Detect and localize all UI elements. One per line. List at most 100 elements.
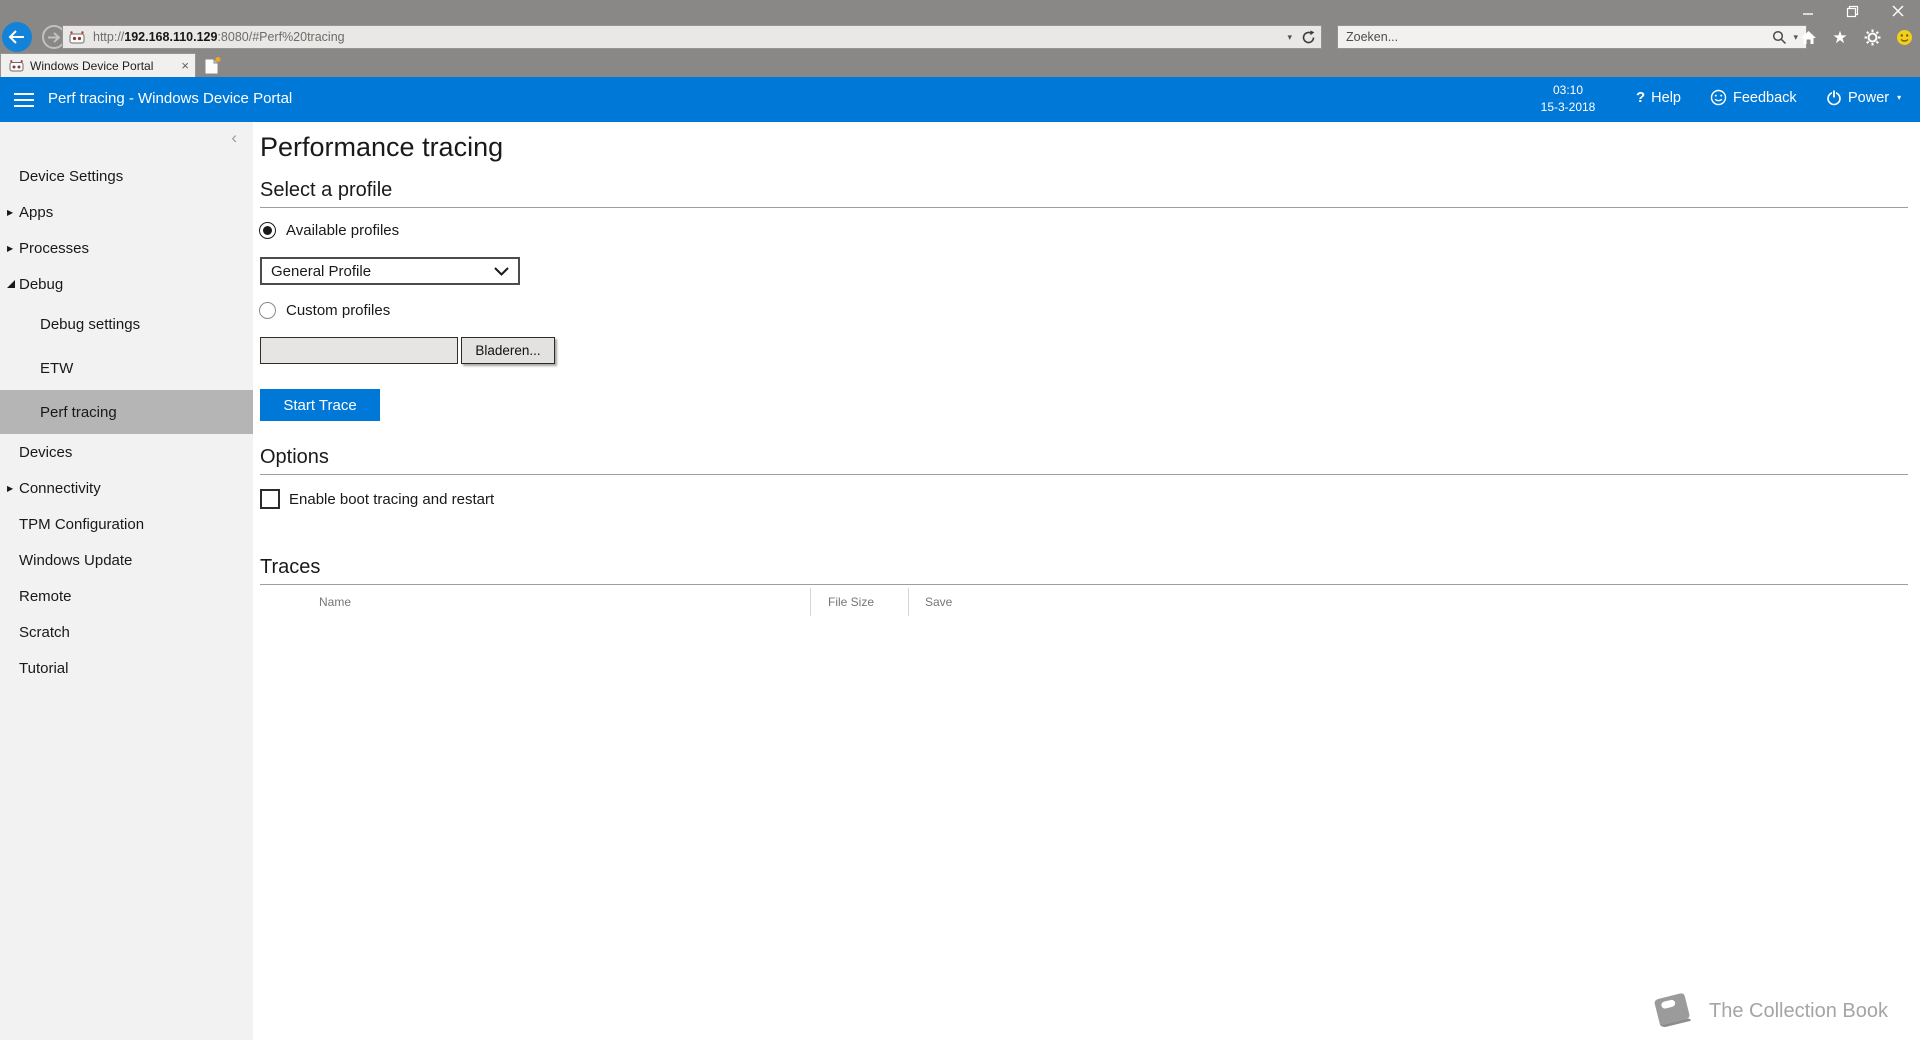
window-controls [1785,0,1920,22]
file-path-input[interactable] [260,337,458,364]
nav-label: Device Settings [19,167,124,185]
custom-profile-file-row: Bladeren... [260,337,555,364]
start-trace-button[interactable]: Start Trace [260,389,380,421]
address-dropdown-icon[interactable]: ▾ [1287,32,1292,43]
help-button[interactable]: ? Help [1636,89,1681,106]
new-tab-button[interactable] [202,56,222,75]
nav-label: TPM Configuration [19,515,145,533]
new-tab-icon [204,57,221,75]
sidebar-item-apps[interactable]: ▶ Apps [0,200,253,224]
minimize-button[interactable] [1785,0,1830,22]
column-header-save: Save [908,588,1018,616]
nav-label: Windows Update [19,551,133,569]
brand-logo: The Collection Book [1649,990,1888,1032]
sidebar-item-etw[interactable]: ETW [0,356,253,380]
tab-favicon [9,59,24,71]
favorites-button[interactable]: ★ [1828,26,1852,48]
boot-tracing-checkbox[interactable] [260,489,280,509]
question-mark-icon: ? [1636,89,1646,106]
settings-button[interactable] [1860,26,1884,48]
power-icon [1827,90,1841,106]
chevron-down-icon [494,266,509,276]
arrow-right-icon [48,31,61,43]
nav-label: ETW [40,359,74,377]
custom-profiles-label: Custom profiles [286,302,391,319]
tab-close-button[interactable]: × [181,59,189,72]
sidebar-item-windows-update[interactable]: Windows Update [0,548,253,572]
profile-select[interactable]: General Profile [260,257,520,285]
sidebar-item-perf-tracing[interactable]: Perf tracing [0,390,253,434]
url-text: http://192.168.110.129:8080/#Perf%20trac… [93,30,345,44]
sidebar-collapse-chevron[interactable]: ‹ [231,128,237,148]
available-profiles-radio[interactable]: Available profiles [259,222,399,239]
feedback-button[interactable]: Feedback [1710,89,1797,106]
back-button[interactable] [2,22,32,52]
power-button[interactable]: Power ▾ [1826,89,1901,106]
help-label: Help [1651,89,1681,106]
radio-selected-icon[interactable] [259,222,276,239]
collapsed-arrow-icon: ▶ [7,483,14,493]
select-profile-heading: Select a profile [260,179,1908,208]
sidebar-item-tpm-configuration[interactable]: TPM Configuration [0,512,253,536]
address-bar[interactable]: http://192.168.110.129:8080/#Perf%20trac… [62,25,1322,49]
available-profiles-label: Available profiles [286,222,400,239]
sidebar-item-tutorial[interactable]: Tutorial [0,656,253,680]
collapsed-arrow-icon: ▶ [7,207,14,217]
search-box[interactable]: Zoeken... ▾ [1337,25,1807,49]
nav-label: Perf tracing [40,403,117,421]
arrow-left-icon [8,30,24,44]
traces-heading: Traces [260,556,1908,585]
nav-label: Tutorial [19,659,69,677]
tab-title: Windows Device Portal [30,58,154,73]
restore-button[interactable] [1830,0,1875,22]
feedback-smiley-icon [1710,89,1727,106]
profile-select-value: General Profile [271,262,372,280]
magnifier-icon[interactable] [1772,30,1787,45]
browser-tab[interactable]: Windows Device Portal × [0,53,196,77]
nav-label: Apps [19,203,54,221]
nav-label: Remote [19,587,72,605]
options-heading: Options [260,446,1908,475]
clock-date: 15-3-2018 [1540,100,1596,114]
nav-label: Processes [19,239,90,257]
home-button[interactable] [1796,26,1820,48]
sidebar-item-debug[interactable]: Debug [0,272,253,296]
close-window-button[interactable] [1875,0,1920,22]
hamburger-menu-button[interactable] [14,93,34,107]
search-placeholder: Zoeken... [1346,30,1399,44]
sidebar-item-devices[interactable]: Devices [0,440,253,464]
boot-tracing-row[interactable]: Enable boot tracing and restart [260,489,494,509]
star-icon: ★ [1832,27,1848,47]
page-title: Performance tracing [260,132,504,162]
sidebar-item-debug-settings[interactable]: Debug settings [0,312,253,336]
traces-table-header: Name File Size Save [260,588,1908,616]
main-content: Performance tracing Select a profile Ava… [253,122,1920,1040]
browser-chrome: http://192.168.110.129:8080/#Perf%20trac… [0,0,1920,77]
boot-tracing-label: Enable boot tracing and restart [289,490,495,508]
app-header: Perf tracing - Windows Device Portal 03:… [0,77,1920,122]
refresh-icon[interactable] [1301,30,1316,45]
nav-label: Debug [19,275,64,293]
sidebar-item-remote[interactable]: Remote [0,584,253,608]
radio-unselected-icon[interactable] [259,302,276,319]
nav-label: Connectivity [19,479,101,497]
nav-label: Scratch [19,623,70,641]
site-favicon [69,30,85,43]
home-icon [1800,30,1816,44]
gear-icon [1864,29,1880,45]
sidebar-item-processes[interactable]: ▶ Processes [0,236,253,260]
url-host: 192.168.110.129 [124,30,218,44]
sidebar-item-scratch[interactable]: Scratch [0,620,253,644]
close-icon [1892,5,1903,17]
feedback-smiley-button[interactable] [1892,26,1916,48]
power-label: Power [1848,89,1890,106]
browse-button[interactable]: Bladeren... [461,337,555,364]
feedback-label: Feedback [1733,89,1797,106]
custom-profiles-radio[interactable]: Custom profiles [259,302,390,319]
collapsed-arrow-icon: ▶ [7,243,14,253]
expanded-arrow-icon [7,280,15,288]
nav-label: Devices [19,443,73,461]
nav-label: Debug settings [40,315,141,333]
sidebar-item-connectivity[interactable]: ▶ Connectivity [0,476,253,500]
sidebar-item-device-settings[interactable]: Device Settings [0,164,253,188]
